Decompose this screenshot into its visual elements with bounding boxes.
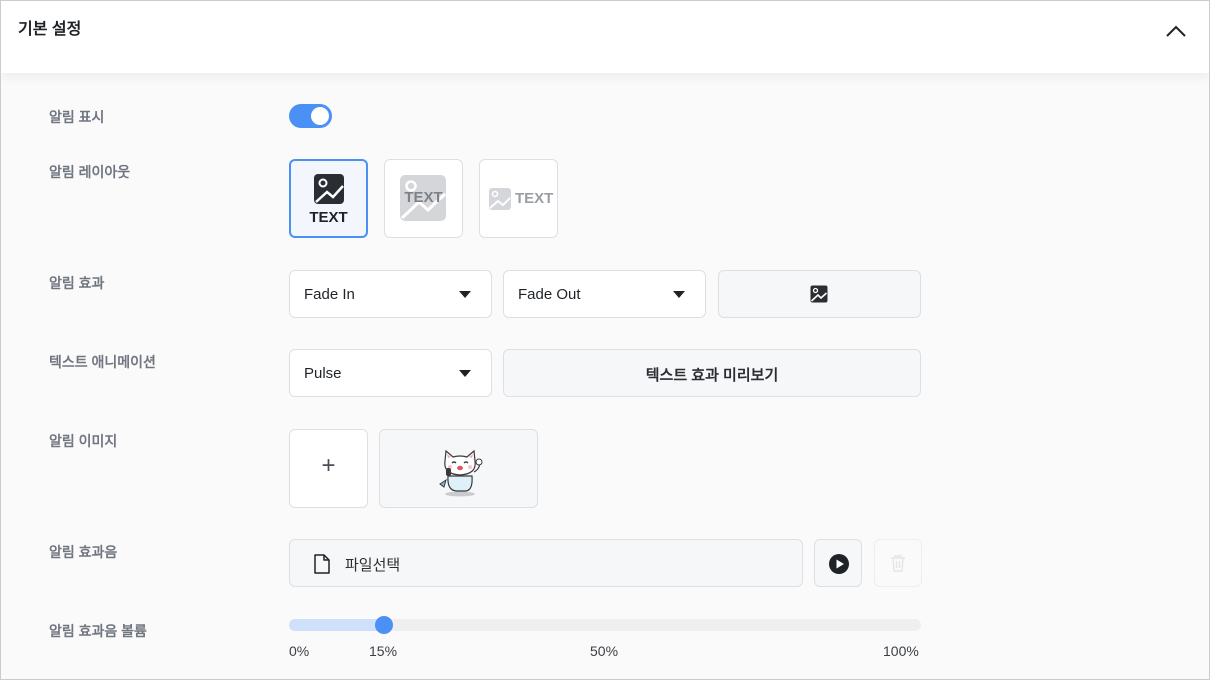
text-animation-label: 텍스트 애니메이션	[49, 354, 156, 370]
effect-out-select[interactable]: Fade Out	[503, 270, 706, 318]
layout-option-text: TEXT	[515, 190, 554, 207]
layout-option-image-top[interactable]: TEXT	[289, 159, 368, 238]
section-header[interactable]: 기본 설정	[1, 1, 1209, 73]
text-animation-value: Pulse	[304, 365, 342, 382]
text-effect-preview-button[interactable]: 텍스트 효과 미리보기	[503, 349, 921, 397]
image-label: 알림 이미지	[49, 433, 118, 449]
layout-option-text: TEXT	[404, 189, 443, 206]
display-label: 알림 표시	[49, 109, 105, 125]
cat-mascot-image	[439, 449, 483, 497]
display-toggle[interactable]	[289, 104, 332, 128]
effect-in-select[interactable]: Fade In	[289, 270, 492, 318]
image-icon	[810, 285, 828, 303]
volume-slider[interactable]	[289, 616, 921, 634]
caret-down-icon	[673, 291, 685, 298]
toggle-knob	[311, 107, 329, 125]
effect-label: 알림 효과	[49, 275, 105, 291]
play-icon	[829, 554, 849, 574]
volume-tick-50: 50%	[590, 643, 619, 659]
add-image-button[interactable]: +	[289, 429, 368, 508]
caret-down-icon	[459, 370, 471, 377]
play-sound-button[interactable]	[814, 539, 862, 587]
alert-image-thumbnail[interactable]	[379, 429, 538, 508]
volume-slider-thumb[interactable]	[374, 616, 393, 634]
sound-label: 알림 효과음	[49, 544, 118, 560]
effect-preview-button[interactable]	[718, 270, 921, 318]
trash-icon	[891, 555, 905, 572]
section-title: 기본 설정	[18, 21, 82, 38]
volume-tick-100: 100%	[883, 643, 919, 659]
caret-down-icon	[459, 291, 471, 298]
effect-out-value: Fade Out	[518, 286, 581, 303]
sound-file-picker[interactable]: 파일선택	[289, 539, 803, 587]
text-animation-select[interactable]: Pulse	[289, 349, 492, 397]
layout-option-overlay[interactable]: TEXT	[384, 159, 463, 238]
text-effect-preview-label: 텍스트 효과 미리보기	[645, 367, 779, 384]
file-icon	[314, 554, 330, 574]
layout-option-image-left[interactable]: TEXT	[479, 159, 558, 238]
file-picker-label: 파일선택	[345, 557, 401, 574]
plus-icon: +	[321, 452, 336, 479]
effect-in-value: Fade In	[304, 286, 355, 303]
volume-tick-0: 0%	[289, 643, 310, 659]
layout-label: 알림 레이아웃	[49, 164, 131, 180]
chevron-up-icon	[1166, 25, 1186, 37]
image-icon	[489, 188, 511, 210]
image-icon	[314, 174, 344, 204]
volume-tick-15: 15%	[369, 643, 398, 659]
settings-panel: 기본 설정 알림 표시 알림 레이아웃 TEXT TEXT TEXT 알림 효과…	[0, 0, 1210, 680]
delete-sound-button[interactable]	[874, 539, 922, 587]
layout-option-text: TEXT	[309, 209, 348, 226]
volume-label: 알림 효과음 볼륨	[49, 623, 147, 639]
collapse-button[interactable]	[1163, 19, 1189, 43]
